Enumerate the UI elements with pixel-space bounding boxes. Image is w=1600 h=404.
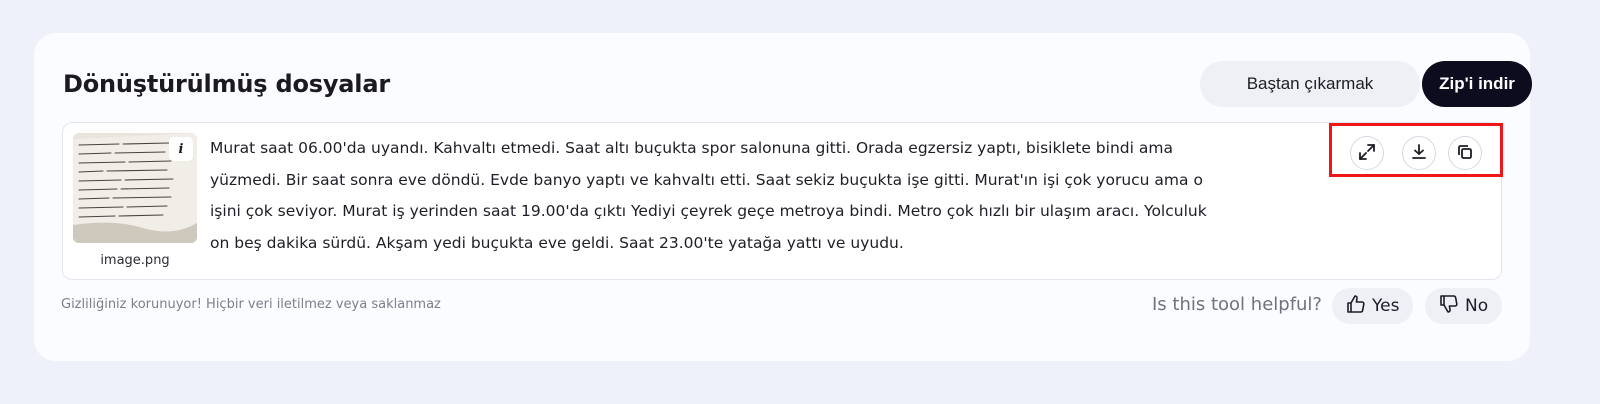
yes-button[interactable]: Yes (1332, 288, 1414, 324)
converted-files-panel: Dönüştürülmüş dosyalar Baştan çıkarmak Z… (34, 33, 1532, 361)
converted-file-row: i image.png Murat saat 06.00'da uyandı. … (62, 122, 1503, 280)
extracted-text: Murat saat 06.00'da uyandı. Kahvaltı etm… (210, 139, 1207, 252)
expand-button[interactable] (1350, 136, 1384, 170)
download-zip-button[interactable]: Zip'i indir (1422, 61, 1532, 107)
start-over-button[interactable]: Baştan çıkarmak (1200, 61, 1420, 107)
copy-button[interactable] (1448, 136, 1482, 170)
expand-icon (1358, 143, 1376, 164)
yes-label: Yes (1372, 296, 1400, 316)
download-icon (1410, 143, 1428, 164)
thumbs-up-icon (1346, 294, 1366, 319)
privacy-note: Gizliliğiniz korunuyor! Hiçbir veri ilet… (61, 297, 441, 312)
info-icon[interactable]: i (169, 137, 193, 161)
thumbs-down-icon (1439, 294, 1459, 319)
file-name: image.png (100, 253, 170, 268)
panel-title: Dönüştürülmüş dosyalar (63, 70, 390, 98)
image-thumbnail[interactable]: i (73, 133, 197, 243)
no-button[interactable]: No (1425, 288, 1503, 324)
download-button[interactable] (1402, 136, 1436, 170)
copy-icon (1456, 143, 1474, 164)
no-label: No (1465, 296, 1489, 316)
helpful-question: Is this tool helpful? (1152, 294, 1322, 315)
file-actions-highlight (1329, 123, 1503, 177)
